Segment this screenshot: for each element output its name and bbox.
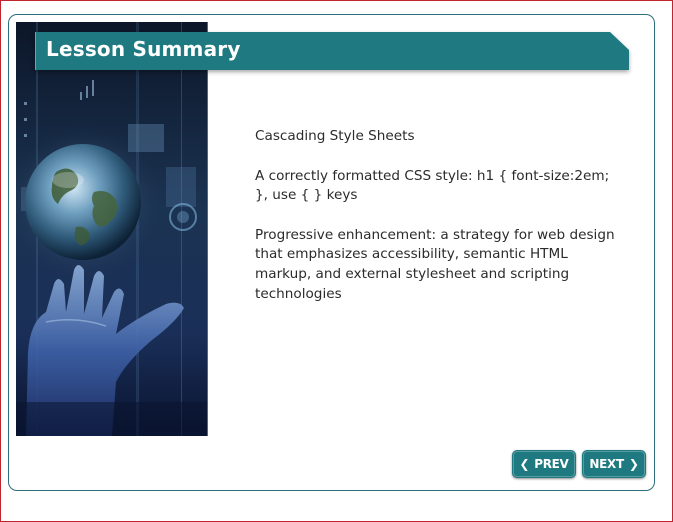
summary-point-1: Cascading Style Sheets <box>255 128 415 144</box>
globe-hand-image <box>16 22 208 436</box>
chevron-right-icon: ❯ <box>628 457 639 471</box>
summary-point-2: A correctly formatted CSS style: h1 { fo… <box>255 167 610 204</box>
next-button-label: NEXT <box>589 457 624 471</box>
chevron-left-icon: ❮ <box>519 457 530 471</box>
summary-content: Cascading Style Sheets A correctly forma… <box>255 127 620 324</box>
title-banner: Lesson Summary <box>35 32 629 70</box>
prev-button[interactable]: ❮ PREV <box>512 450 576 478</box>
lesson-title: Lesson Summary <box>46 37 241 61</box>
summary-point-3: Progressive enhancement: a strategy for … <box>255 226 615 302</box>
prev-button-label: PREV <box>534 457 569 471</box>
next-button[interactable]: NEXT ❯ <box>582 450 646 478</box>
